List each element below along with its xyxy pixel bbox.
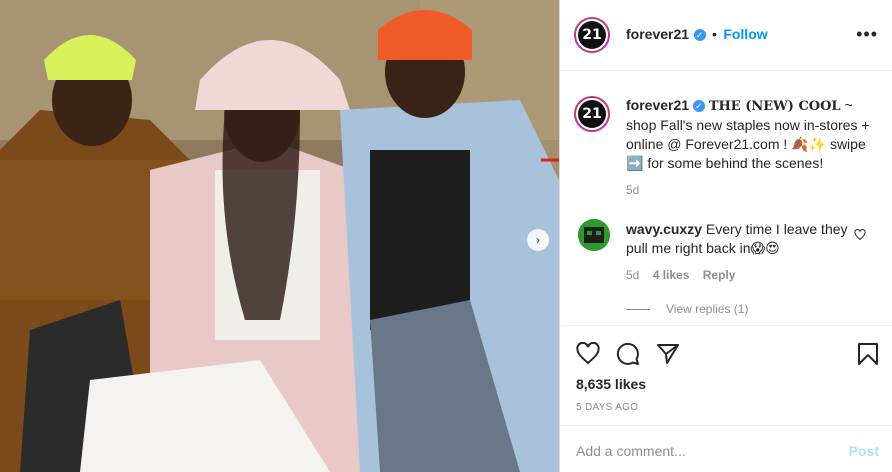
commenter-username[interactable]: wavy.cuxzy bbox=[626, 221, 702, 237]
comment-reply-button[interactable]: Reply bbox=[703, 268, 736, 282]
commenter-avatar-image bbox=[578, 219, 610, 251]
comment-age[interactable]: 5d bbox=[626, 268, 639, 282]
heart-icon[interactable] bbox=[576, 341, 600, 371]
comment-like-heart-icon[interactable] bbox=[854, 228, 866, 246]
follow-button[interactable]: Follow bbox=[723, 26, 767, 42]
caption-verified-icon: ✓ bbox=[692, 100, 705, 113]
post-actions: 8,635 likes 5 DAYS AGO bbox=[560, 325, 892, 426]
dot-separator: • bbox=[711, 26, 717, 42]
caption-headline: THE (NEW) COOL bbox=[708, 99, 841, 114]
comment-text-block: wavy.cuxzy Every time I leave they pull … bbox=[626, 220, 856, 258]
commenter-avatar[interactable] bbox=[578, 219, 610, 251]
account-avatar[interactable]: 21 bbox=[574, 17, 610, 53]
share-icon[interactable] bbox=[656, 342, 680, 371]
post-photo[interactable]: › bbox=[0, 0, 559, 472]
comment-meta: 5d 4 likes Reply bbox=[626, 268, 745, 282]
post-comment-button[interactable]: Post bbox=[849, 443, 879, 459]
replies-divider bbox=[626, 308, 650, 310]
comment-icon[interactable] bbox=[616, 342, 640, 371]
bookmark-icon[interactable] bbox=[856, 342, 880, 371]
comment-likes[interactable]: 4 likes bbox=[653, 268, 690, 282]
post-photo-illustration bbox=[0, 0, 559, 472]
view-replies-button[interactable]: View replies (1) bbox=[626, 302, 748, 316]
comment-input[interactable]: Add a comment... bbox=[576, 443, 686, 459]
header-account-row: forever21 ✓ • Follow bbox=[626, 26, 768, 44]
caption-username[interactable]: forever21 bbox=[626, 97, 689, 113]
post-side-panel: 21 forever21 ✓ • Follow ••• 21 forever21… bbox=[559, 0, 892, 472]
post-caption: forever21 ✓ THE (NEW) COOL ~ shop Fall's… bbox=[626, 96, 876, 200]
more-icon[interactable]: ••• bbox=[856, 24, 878, 45]
account-username[interactable]: forever21 bbox=[626, 26, 689, 42]
verified-icon: ✓ bbox=[693, 28, 706, 41]
post-header: 21 forever21 ✓ • Follow ••• bbox=[560, 0, 892, 71]
add-comment-bar: Add a comment... Post bbox=[560, 425, 892, 472]
caption-avatar[interactable]: 21 bbox=[574, 96, 610, 132]
avatar-logo: 21 bbox=[578, 21, 606, 49]
carousel-next-icon[interactable]: › bbox=[527, 229, 549, 251]
post-date[interactable]: 5 DAYS AGO bbox=[576, 402, 638, 413]
caption-age[interactable]: 5d bbox=[626, 181, 876, 200]
like-count[interactable]: 8,635 likes bbox=[576, 376, 646, 392]
view-replies-label: View replies (1) bbox=[666, 302, 749, 316]
caption-avatar-logo: 21 bbox=[578, 100, 606, 128]
